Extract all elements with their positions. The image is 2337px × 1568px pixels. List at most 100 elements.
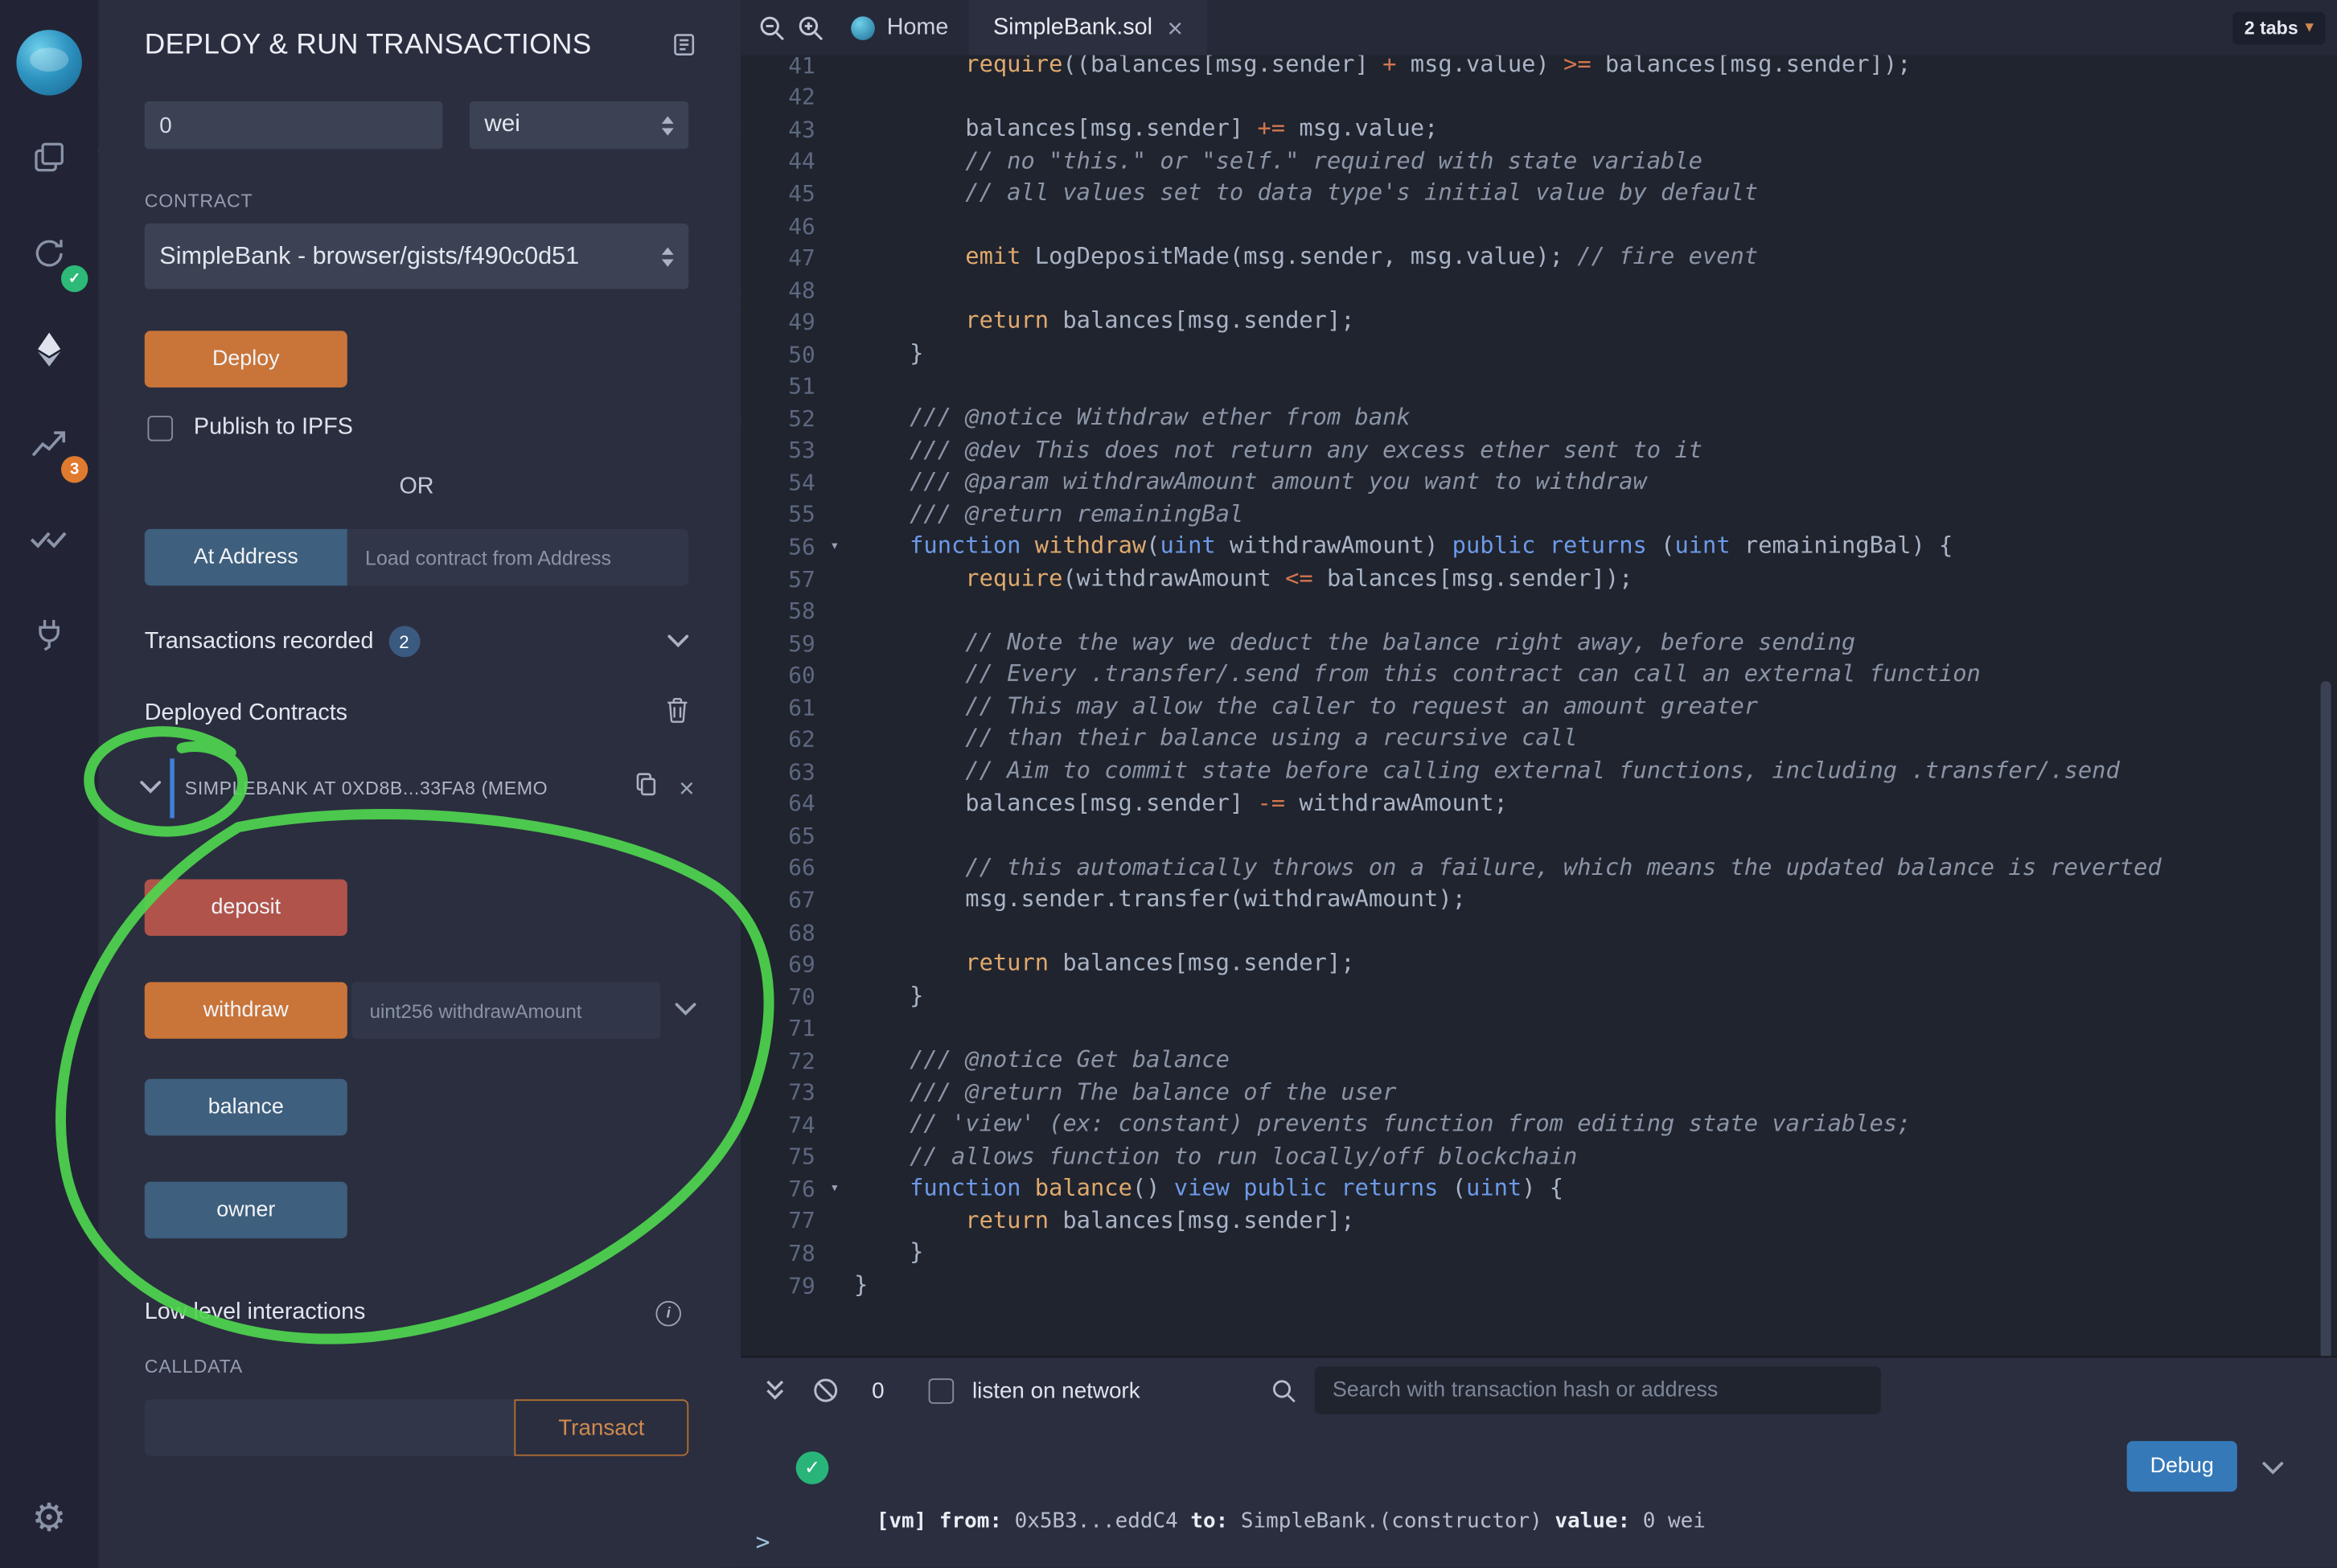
code-line[interactable]: return balances[msg.sender]; — [854, 1205, 2337, 1238]
code-line[interactable] — [854, 210, 2337, 242]
zoom-out-icon[interactable] — [753, 14, 791, 41]
plugin-icon[interactable] — [16, 602, 82, 668]
code-line[interactable]: } — [854, 980, 2337, 1012]
code-line[interactable]: require(withdrawAmount <= balances[msg.s… — [854, 563, 2337, 595]
code-line[interactable]: } — [854, 1270, 2337, 1302]
code-line[interactable]: // Aim to commit state before calling ex… — [854, 756, 2337, 788]
collapse-chevron-icon[interactable] — [140, 775, 161, 802]
contract-select[interactable]: SimpleBank - browser/gists/f490c0d51 — [145, 224, 688, 289]
code-line[interactable]: /// @notice Get balance — [854, 1045, 2337, 1077]
line-number: 45 — [741, 178, 854, 210]
code-line[interactable]: function balance() view public returns (… — [854, 1173, 2337, 1205]
copy-icon[interactable] — [635, 772, 658, 805]
code-line[interactable]: /// @return remainingBal — [854, 499, 2337, 531]
editor-code[interactable]: require((balances[msg.sender] + msg.valu… — [854, 55, 2337, 1302]
code-line[interactable]: return balances[msg.sender]; — [854, 948, 2337, 980]
vertical-icon-bar: ✓ 3 ⚙ — [0, 0, 98, 1568]
settings-gear-icon[interactable]: ⚙ — [32, 1495, 67, 1541]
unit-select[interactable]: wei — [470, 101, 688, 149]
journal-icon[interactable] — [672, 33, 696, 64]
info-icon[interactable]: i — [655, 1300, 681, 1326]
tab-simplebank[interactable]: SimpleBank.sol × — [969, 0, 1206, 55]
code-line[interactable]: // 'view' (ex: constant) prevents functi… — [854, 1109, 2337, 1141]
code-line[interactable]: // this automatically throws on a failur… — [854, 852, 2337, 884]
deploy-button[interactable]: Deploy — [145, 330, 347, 387]
terminal-prompt[interactable]: > — [756, 1528, 770, 1556]
instance-label: SIMPLEBANK AT 0XD8B...33FA8 (MEMO — [185, 778, 626, 798]
chevron-down-icon[interactable] — [667, 628, 688, 655]
deployed-contract-instance[interactable]: SIMPLEBANK AT 0XD8B...33FA8 (MEMO × — [140, 757, 694, 819]
stepper-icon[interactable] — [653, 247, 674, 266]
at-address-input[interactable] — [347, 529, 688, 585]
code-line[interactable]: // allows function to run locally/off bl… — [854, 1141, 2337, 1173]
terminal-search-input[interactable] — [1315, 1366, 1881, 1414]
deposit-button[interactable]: deposit — [145, 879, 347, 935]
code-line[interactable]: } — [854, 339, 2337, 371]
code-line[interactable]: // This may allow the caller to request … — [854, 692, 2337, 724]
tabs-count-dropdown[interactable]: 2 tabs ▾ — [2232, 11, 2325, 44]
code-line[interactable]: // than their balance using a recursive … — [854, 724, 2337, 756]
code-line[interactable] — [854, 1012, 2337, 1045]
zoom-in-icon[interactable] — [791, 14, 830, 41]
tab-home[interactable]: Home — [830, 0, 969, 55]
code-line[interactable]: msg.sender.transfer(withdrawAmount); — [854, 884, 2337, 916]
balance-button[interactable]: balance — [145, 1079, 347, 1135]
line-number: 71 — [741, 1012, 854, 1045]
publish-ipfs-checkbox[interactable] — [147, 415, 173, 441]
withdraw-button[interactable]: withdraw — [145, 982, 347, 1038]
deploy-run-icon[interactable] — [16, 316, 82, 382]
solidity-compiler-icon[interactable]: ✓ — [16, 220, 82, 286]
stepper-icon[interactable] — [653, 116, 674, 135]
code-line[interactable]: /// @notice Withdraw ether from bank — [854, 402, 2337, 434]
file-explorer-icon[interactable] — [16, 125, 82, 191]
code-line[interactable]: // Every .transfer/.send from this contr… — [854, 659, 2337, 692]
code-line[interactable] — [854, 595, 2337, 627]
debug-button[interactable]: Debug — [2127, 1441, 2237, 1492]
line-number: 68 — [741, 916, 854, 948]
code-line[interactable]: require((balances[msg.sender] + msg.valu… — [854, 55, 2337, 82]
line-number: 47 — [741, 242, 854, 274]
code-line[interactable]: } — [854, 1238, 2337, 1270]
transaction-log[interactable]: [vm] from: 0x5B3...eddC4 to: SimpleBank.… — [877, 1438, 1706, 1568]
expand-log-chevron-icon[interactable] — [2262, 1456, 2283, 1483]
code-line[interactable] — [854, 370, 2337, 402]
at-address-button[interactable]: At Address — [145, 529, 347, 585]
withdraw-amount-input[interactable] — [351, 982, 660, 1038]
code-line[interactable]: balances[msg.sender] += msg.value; — [854, 113, 2337, 146]
code-line[interactable]: // Note the way we deduct the balance ri… — [854, 627, 2337, 659]
line-number: 43 — [741, 113, 854, 146]
code-line[interactable]: /// @param withdrawAmount amount you wan… — [854, 466, 2337, 499]
clear-terminal-icon[interactable] — [807, 1377, 845, 1403]
code-line[interactable]: function withdraw(uint withdrawAmount) p… — [854, 531, 2337, 563]
owner-button[interactable]: owner — [145, 1182, 347, 1238]
code-line[interactable]: balances[msg.sender] -= withdrawAmount; — [854, 788, 2337, 820]
code-line[interactable]: /// @return The balance of the user — [854, 1077, 2337, 1109]
collapse-terminal-icon[interactable] — [756, 1377, 795, 1403]
expand-chevron-icon[interactable] — [676, 997, 696, 1024]
code-line[interactable]: // no "this." or "self." required with s… — [854, 146, 2337, 178]
code-line[interactable] — [854, 81, 2337, 113]
listen-network-checkbox[interactable] — [929, 1377, 955, 1403]
tab-label: SimpleBank.sol — [993, 14, 1152, 41]
editor-gutter: 41424344454647484950515253545556▾5758596… — [741, 55, 854, 1302]
value-input[interactable] — [145, 101, 443, 149]
editor-scrollbar[interactable] — [2321, 681, 2331, 1357]
line-number: 46 — [741, 210, 854, 242]
search-icon — [1271, 1377, 1297, 1403]
code-line[interactable]: // all values set to data type's initial… — [854, 178, 2337, 210]
code-line[interactable]: return balances[msg.sender]; — [854, 306, 2337, 339]
trash-icon[interactable] — [666, 697, 688, 730]
close-instance-icon[interactable]: × — [679, 775, 694, 802]
unit-test-icon[interactable] — [16, 507, 82, 573]
code-line[interactable]: /// @dev This does not return any excess… — [854, 434, 2337, 466]
code-line[interactable] — [854, 916, 2337, 948]
analysis-icon[interactable]: 3 — [16, 412, 82, 478]
code-line[interactable]: emit LogDepositMade(msg.sender, msg.valu… — [854, 242, 2337, 274]
code-line[interactable] — [854, 274, 2337, 306]
close-tab-icon[interactable]: × — [1167, 14, 1182, 41]
calldata-input[interactable] — [145, 1399, 515, 1455]
transact-button[interactable]: Transact — [514, 1399, 688, 1455]
code-editor[interactable]: 41424344454647484950515253545556▾5758596… — [741, 55, 2337, 1357]
code-line[interactable] — [854, 820, 2337, 852]
remix-logo[interactable] — [16, 30, 82, 96]
